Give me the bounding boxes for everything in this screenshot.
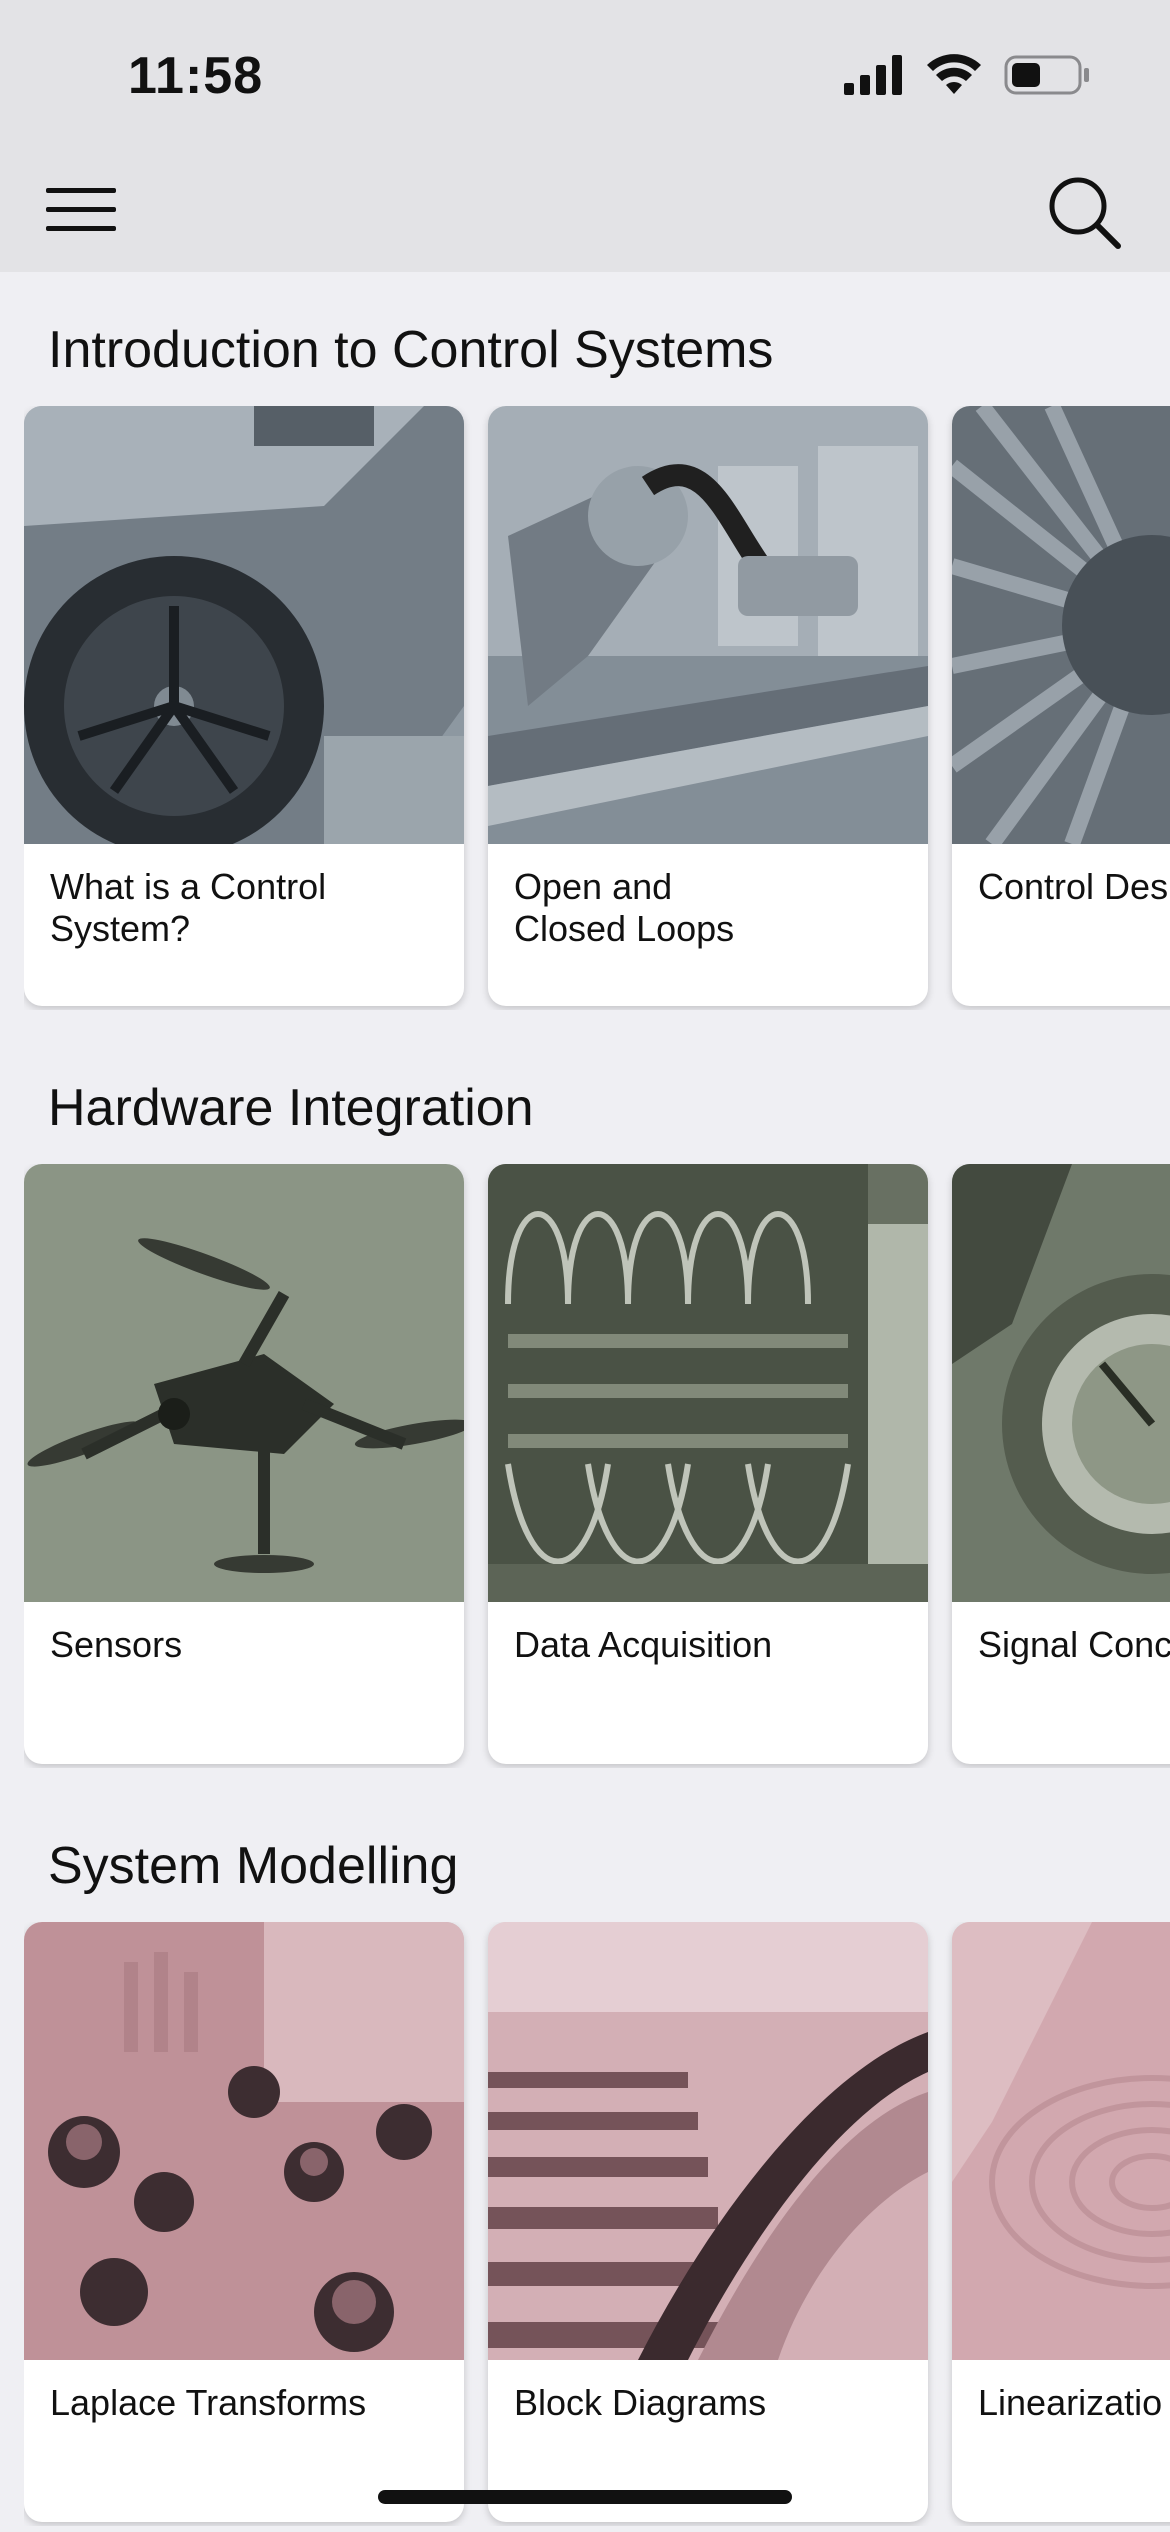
course-card[interactable]: Sensors — [24, 1164, 464, 1764]
image-tint — [24, 1164, 464, 1602]
course-list[interactable]: Introduction to Control Systems What is … — [0, 272, 1170, 2532]
card-label: Laplace Transforms — [50, 2382, 367, 2423]
course-card[interactable]: Laplace Transforms — [24, 1922, 464, 2522]
image-tint — [24, 406, 464, 844]
image-tint — [488, 1164, 928, 1602]
hamburger-menu-icon — [46, 188, 116, 231]
section-title: Introduction to Control Systems — [48, 321, 774, 379]
image-tint — [488, 1922, 928, 2360]
card-label: Data Acquisition — [514, 1624, 773, 1665]
section-title: Hardware Integration — [48, 1079, 534, 1137]
course-card[interactable]: What is a Control System? — [24, 406, 464, 1006]
card-image — [24, 1164, 464, 1602]
card-carousel[interactable]: Laplace Transforms Block Diagrams Linear… — [24, 1922, 1170, 2526]
search-button[interactable] — [1040, 168, 1130, 258]
status-icons — [844, 54, 1090, 96]
card-label: Sensors — [50, 1624, 183, 1665]
course-card[interactable]: Block Diagrams — [488, 1922, 928, 2522]
home-indicator[interactable] — [378, 2490, 792, 2504]
course-card[interactable]: Linearizatio — [952, 1922, 1170, 2522]
battery-icon — [1004, 55, 1089, 95]
image-tint — [952, 406, 1170, 844]
course-card[interactable]: Signal Conc — [952, 1164, 1170, 1764]
card-label: Open and Closed Loops — [514, 866, 735, 949]
menu-button[interactable] — [40, 174, 130, 244]
card-image — [24, 1922, 464, 2360]
card-label: Signal Conc — [978, 1624, 1170, 1665]
card-image — [488, 1164, 928, 1602]
wifi-icon — [927, 54, 981, 94]
image-tint — [952, 1922, 1170, 2360]
cellular-signal-icon — [844, 55, 902, 95]
card-label: What is a Control System? — [50, 866, 327, 949]
image-tint — [24, 1922, 464, 2360]
course-card[interactable]: Control Des — [952, 406, 1170, 1006]
card-image — [952, 1922, 1170, 2360]
card-label: Linearizatio — [978, 2382, 1163, 2423]
section-title: System Modelling — [48, 1837, 459, 1895]
card-label: Block Diagrams — [514, 2382, 767, 2423]
card-carousel[interactable]: What is a Control System? Open and Close… — [24, 406, 1170, 1010]
image-tint — [952, 1164, 1170, 1602]
card-image — [488, 406, 928, 844]
status-time: 11:58 — [128, 47, 264, 105]
card-label: Control Des — [978, 866, 1169, 907]
card-image — [952, 406, 1170, 844]
card-image — [488, 1922, 928, 2360]
image-tint — [488, 406, 928, 844]
card-image — [24, 406, 464, 844]
card-image — [952, 1164, 1170, 1602]
course-card[interactable]: Open and Closed Loops — [488, 406, 928, 1006]
course-card[interactable]: Data Acquisition — [488, 1164, 928, 1764]
search-icon — [1049, 177, 1121, 249]
navigation-bar — [0, 150, 1170, 272]
status-bar: 11:58 — [0, 0, 1170, 150]
card-carousel[interactable]: Sensors Data Acquisition Signal Conc — [24, 1164, 1170, 1768]
